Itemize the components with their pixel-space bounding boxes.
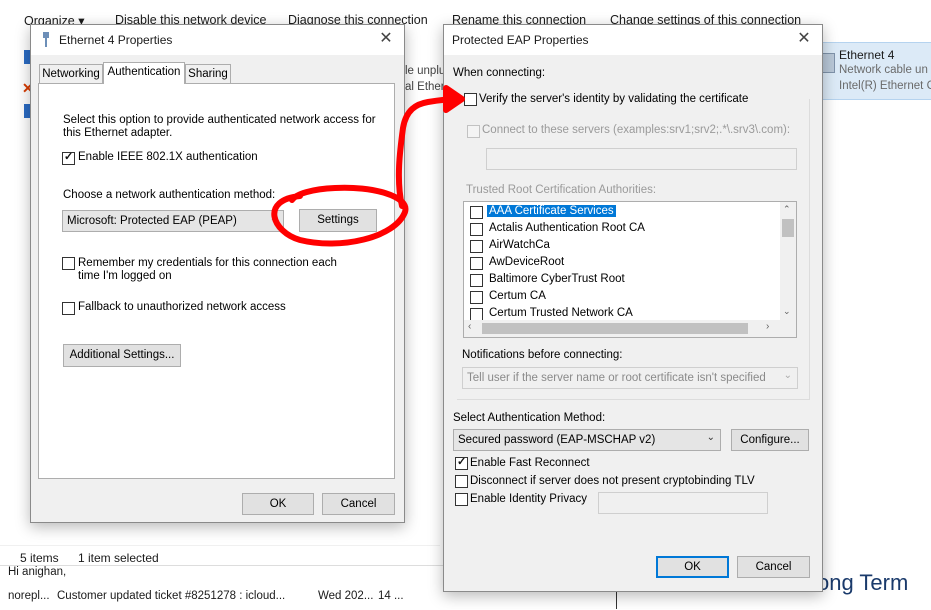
annotation-circle — [271, 184, 409, 247]
annotation-overlay — [271, 85, 465, 247]
annotation-arrow-head — [443, 85, 465, 113]
annotation-arrow-line — [395, 96, 461, 209]
tab-authentication[interactable]: Authentication — [103, 62, 185, 84]
